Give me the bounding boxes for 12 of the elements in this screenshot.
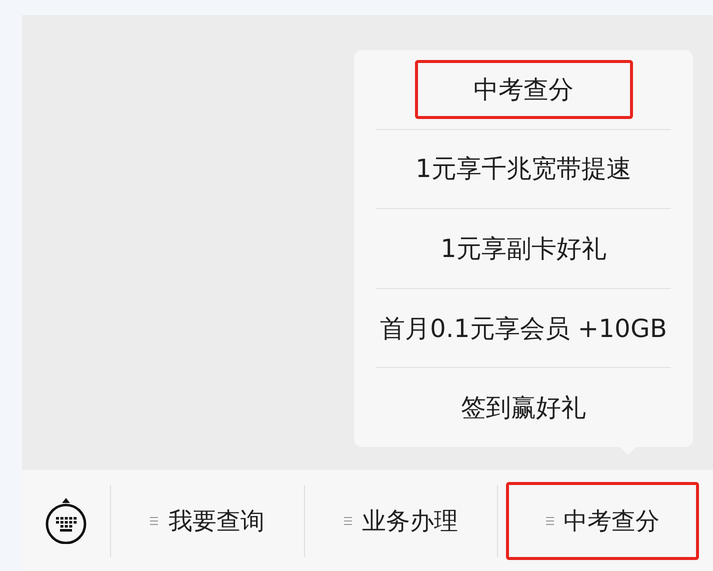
menu-tab[interactable]: 中考查分 [506, 482, 700, 560]
submenu-item[interactable]: 1元享千兆宽带提速 [416, 152, 632, 186]
submenu-item[interactable]: 首月0.1元享会员 +10GB [380, 312, 667, 345]
menu-icon [150, 516, 158, 526]
menu-tab[interactable]: 业务办理 [304, 484, 498, 556]
menu-icon [344, 516, 352, 526]
menu-tab[interactable]: 我要查询 [111, 484, 305, 556]
submenu-item[interactable]: 1元享副卡好礼 [440, 232, 606, 265]
submenu-item[interactable]: 中考查分 [414, 60, 632, 119]
menu-icon [546, 516, 554, 526]
keyboard-icon[interactable] [44, 498, 88, 544]
submenu-item[interactable]: 签到赢好礼 [461, 391, 586, 424]
